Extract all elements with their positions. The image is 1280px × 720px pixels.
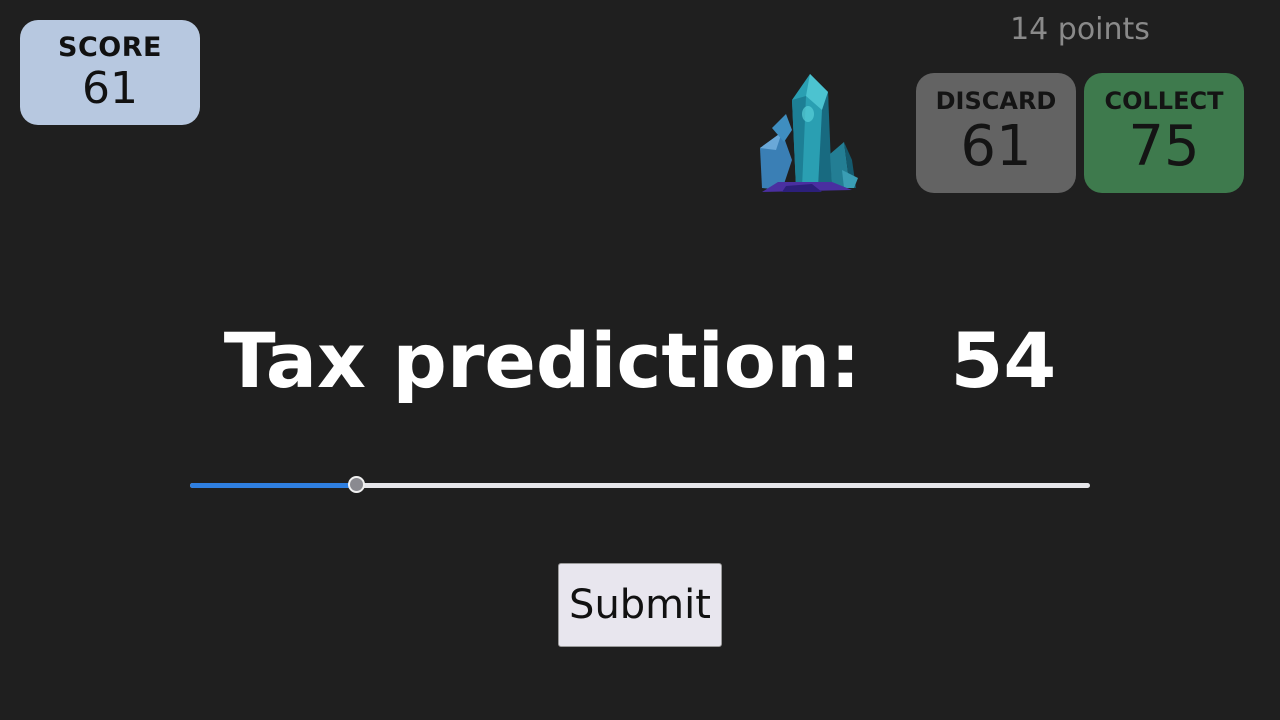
score-label: SCORE (58, 32, 162, 63)
points-text: 14 points (1010, 12, 1150, 47)
submit-button[interactable]: Submit (558, 563, 722, 647)
tax-prediction: Tax prediction: 54 (0, 316, 1280, 405)
slider-fill (190, 483, 357, 488)
crystal-icon (760, 74, 858, 192)
game-screen: SCORE 61 14 points DISCARD 61 COLLECT 75… (0, 0, 1280, 720)
tax-slider[interactable] (190, 474, 1090, 498)
prediction-value: 54 (950, 316, 1057, 405)
collect-label: COLLECT (1104, 87, 1224, 115)
score-panel: SCORE 61 (20, 20, 200, 125)
collect-value: 75 (1128, 114, 1200, 179)
score-value: 61 (82, 63, 138, 114)
discard-value: 61 (960, 114, 1032, 179)
discard-label: DISCARD (935, 87, 1057, 115)
discard-card[interactable]: DISCARD 61 (916, 73, 1076, 193)
slider-thumb[interactable] (347, 476, 365, 493)
prediction-label: Tax prediction: (223, 316, 861, 405)
collect-card[interactable]: COLLECT 75 (1084, 73, 1244, 193)
